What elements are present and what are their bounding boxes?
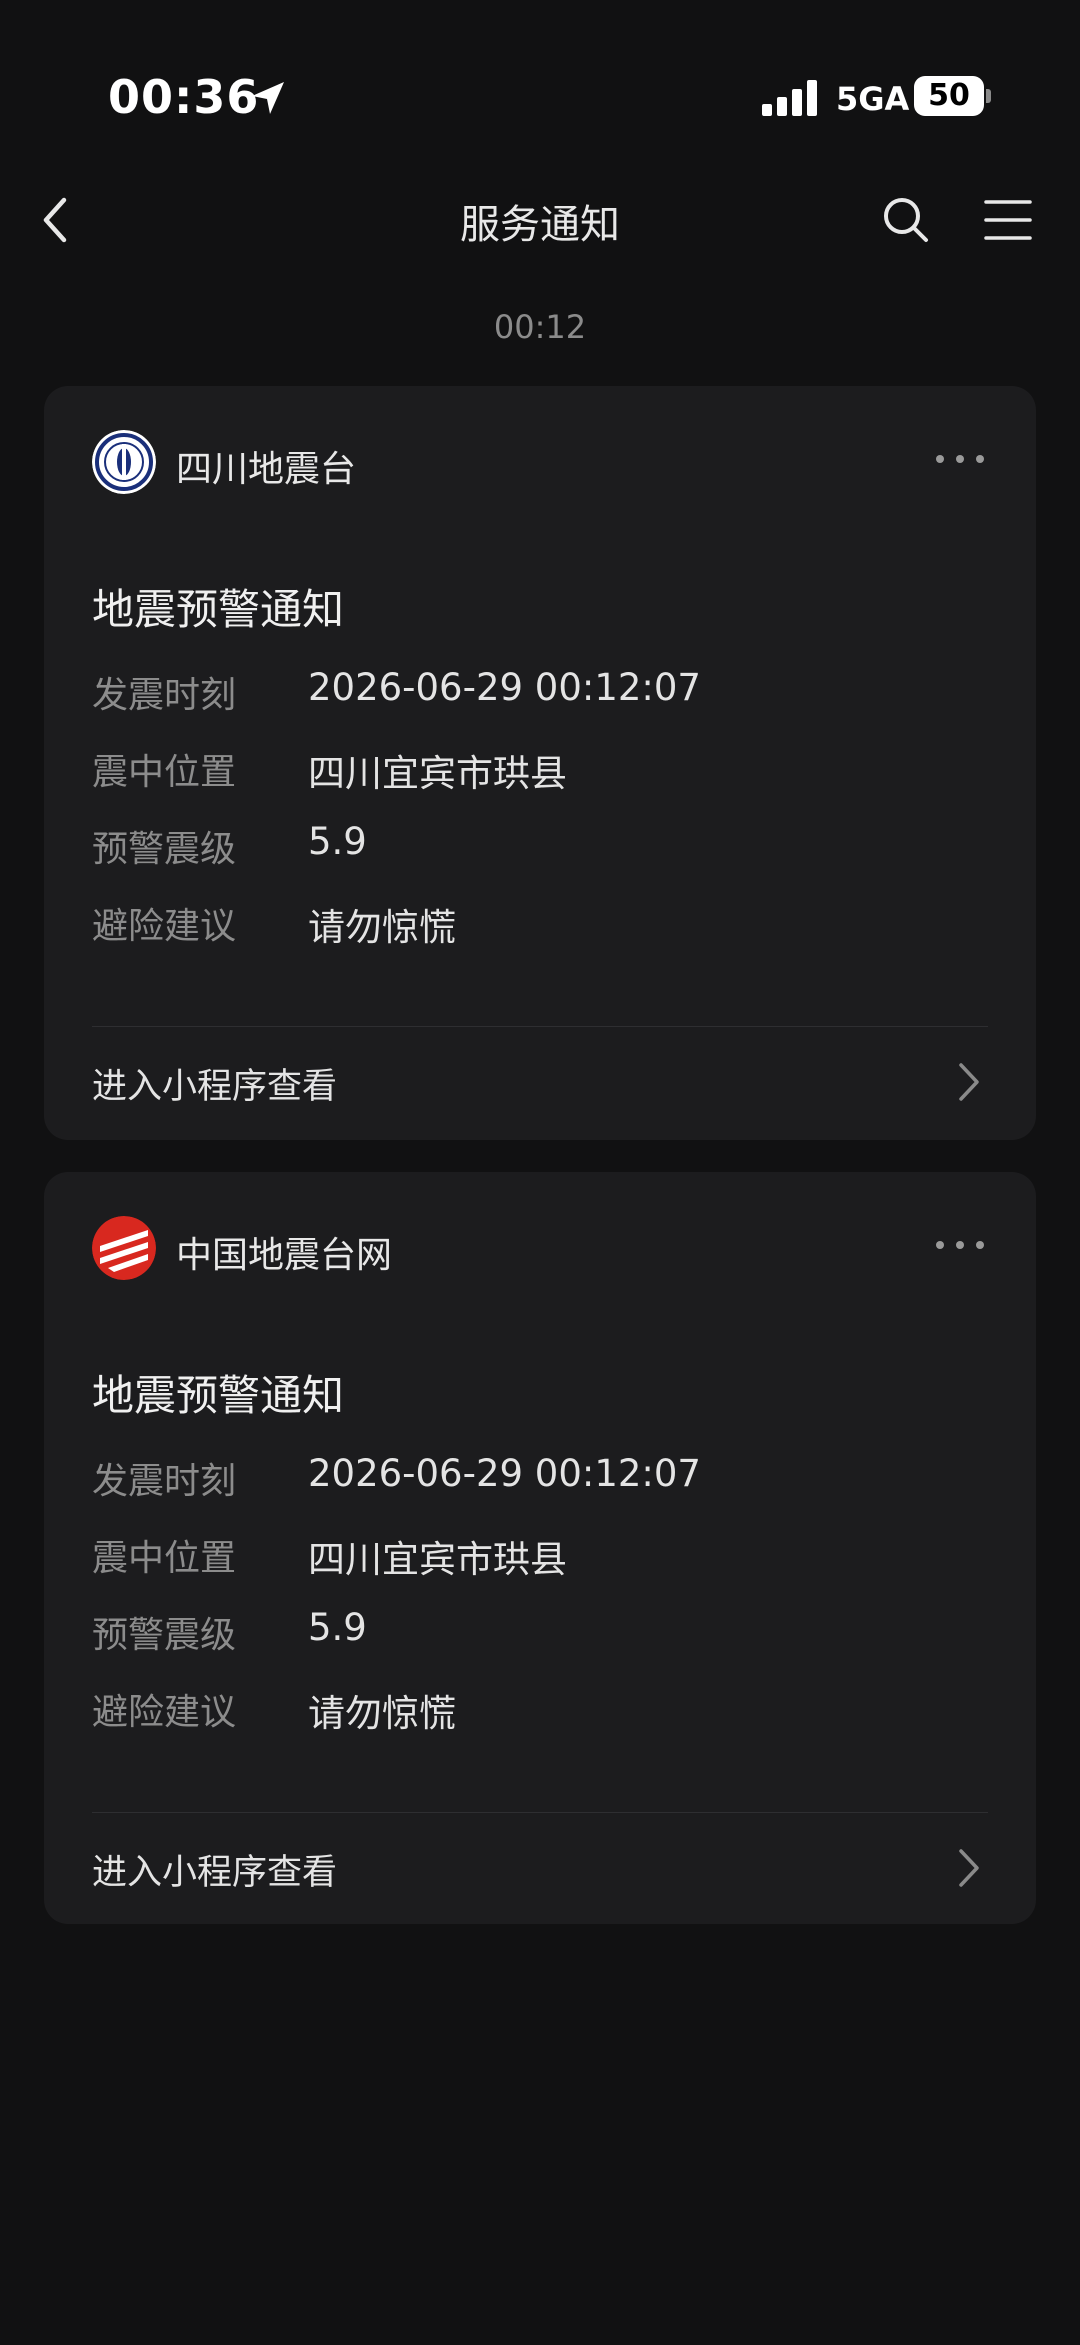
nav-bar: 服务通知 (0, 180, 1080, 260)
field-row-magnitude: 预警震级 5.9 (92, 1606, 988, 1683)
notification-card: 中国地震台网 地震预警通知 发震时刻 2026-06-29 00:12:07 震… (44, 1172, 1036, 1924)
field-label: 避险建议 (92, 1692, 237, 1733)
message-timestamp: 00:12 (493, 308, 587, 346)
field-value: 5.9 (308, 1606, 367, 1649)
open-miniprogram-link[interactable]: 进入小程序查看 (92, 1026, 988, 1138)
signal-bars-icon (762, 80, 817, 116)
link-label: 进入小程序查看 (92, 1853, 338, 1893)
notification-fields: 发震时刻 2026-06-29 00:12:07 震中位置 四川宜宾市珙县 预警… (92, 666, 988, 974)
notification-title: 地震预警通知 (92, 1371, 345, 1420)
notification-card: 四川地震台 地震预警通知 发震时刻 2026-06-29 00:12:07 震中… (44, 386, 1036, 1140)
field-label: 震中位置 (92, 1538, 237, 1579)
open-miniprogram-link[interactable]: 进入小程序查看 (92, 1812, 988, 1924)
field-row-advice: 避险建议 请勿惊慌 (92, 1683, 988, 1760)
notification-title: 地震预警通知 (92, 585, 345, 634)
field-value: 2026-06-29 00:12:07 (308, 666, 701, 709)
field-value: 请勿惊慌 (308, 1692, 456, 1735)
battery-icon: 50 (914, 76, 991, 116)
china-seismic-network-logo-icon[interactable] (92, 1216, 156, 1280)
link-label: 进入小程序查看 (92, 1067, 338, 1107)
field-row-magnitude: 预警震级 5.9 (92, 820, 988, 897)
card-header: 四川地震台 (92, 430, 988, 496)
menu-icon[interactable] (980, 192, 1036, 248)
field-label: 震中位置 (92, 752, 237, 793)
field-row-time: 发震时刻 2026-06-29 00:12:07 (92, 666, 988, 743)
sender-name[interactable]: 四川地震台 (176, 440, 356, 492)
field-row-advice: 避险建议 请勿惊慌 (92, 897, 988, 974)
field-value: 2026-06-29 00:12:07 (308, 1452, 701, 1495)
network-type: 5GA (836, 80, 910, 118)
field-row-time: 发震时刻 2026-06-29 00:12:07 (92, 1452, 988, 1529)
field-value: 四川宜宾市珙县 (308, 752, 567, 795)
field-label: 预警震级 (92, 829, 237, 870)
card-header: 中国地震台网 (92, 1216, 988, 1282)
field-row-location: 震中位置 四川宜宾市珙县 (92, 1529, 988, 1606)
status-time: 00:36 (108, 70, 260, 124)
chevron-right-icon (959, 1063, 979, 1101)
battery-tip (986, 89, 991, 103)
notification-fields: 发震时刻 2026-06-29 00:12:07 震中位置 四川宜宾市珙县 预警… (92, 1452, 988, 1760)
battery-level: 50 (914, 76, 984, 116)
location-arrow-icon (252, 82, 284, 114)
field-row-location: 震中位置 四川宜宾市珙县 (92, 743, 988, 820)
status-bar: 00:36 5GA 50 (0, 0, 1080, 180)
search-icon[interactable] (878, 192, 934, 248)
field-label: 发震时刻 (92, 1461, 237, 1502)
field-value: 四川宜宾市珙县 (308, 1538, 567, 1581)
field-label: 避险建议 (92, 906, 237, 947)
field-value: 5.9 (308, 820, 367, 863)
field-value: 请勿惊慌 (308, 906, 456, 949)
field-label: 发震时刻 (92, 675, 237, 716)
chevron-right-icon (959, 1849, 979, 1887)
more-options-icon[interactable] (932, 444, 988, 474)
more-options-icon[interactable] (932, 1230, 988, 1260)
field-label: 预警震级 (92, 1615, 237, 1656)
sichuan-seismic-logo-icon[interactable] (92, 430, 156, 494)
sender-name[interactable]: 中国地震台网 (176, 1226, 392, 1278)
